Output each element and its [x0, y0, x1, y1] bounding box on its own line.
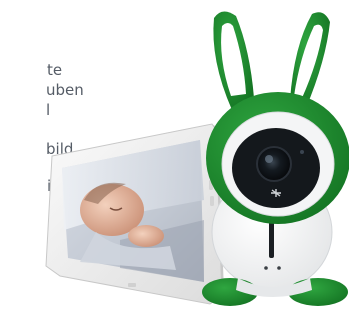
bunny-camera	[202, 11, 349, 306]
side-button-2	[210, 196, 214, 206]
home-button	[128, 283, 136, 287]
product-photo: te uben l bild ing	[0, 0, 349, 313]
monitor-tablet	[45, 123, 224, 305]
baby-hand	[128, 225, 164, 247]
camera-lens	[256, 146, 292, 182]
illustration	[45, 11, 349, 306]
